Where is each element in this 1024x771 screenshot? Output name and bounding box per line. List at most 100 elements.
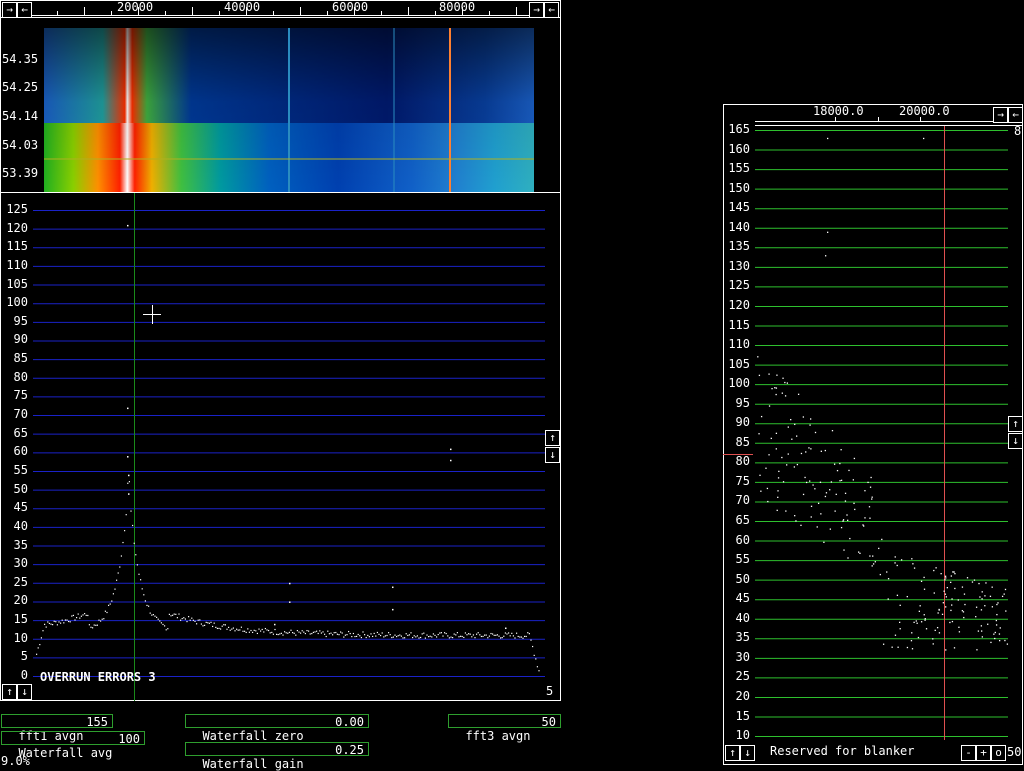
zoom-left-button[interactable]: ←	[544, 2, 559, 18]
waterfall-display[interactable]	[44, 28, 534, 192]
blanker-offset-down-button[interactable]: ↓	[740, 745, 755, 761]
zoom-right-button[interactable]: →	[529, 2, 544, 18]
spectrum-scale-up-button[interactable]: ↑	[545, 430, 560, 446]
blanker-point	[816, 526, 818, 528]
blanker-point	[869, 517, 871, 519]
blanker-point	[996, 603, 998, 606]
spectrum-graph[interactable]	[0, 193, 562, 701]
spectrum-point	[53, 620, 55, 622]
blanker-point	[842, 520, 844, 522]
spectrum-point	[532, 645, 534, 648]
blanker-point	[853, 502, 855, 505]
spectrum-point	[85, 614, 87, 617]
spectrum-point	[45, 626, 47, 628]
spectrum-point	[404, 637, 406, 639]
blanker-point	[809, 418, 812, 420]
spectrum-point	[127, 224, 129, 227]
spectrum-point	[77, 613, 79, 615]
blanker-point	[980, 625, 983, 627]
blanker-point	[802, 416, 805, 418]
spectrum-corner-value: 5	[546, 684, 554, 698]
blanker-point	[776, 374, 778, 376]
blanker-point	[950, 581, 952, 584]
spectrum-point	[312, 631, 314, 633]
blanker-point	[924, 618, 926, 620]
blanker-minus-button[interactable]: -	[961, 745, 976, 761]
blanker-point	[840, 449, 842, 451]
spectrum-point	[343, 636, 345, 638]
spectrum-point	[388, 632, 390, 634]
spectrum-point	[511, 632, 513, 634]
blanker-point	[945, 649, 947, 651]
spectrum-point	[412, 636, 414, 639]
blanker-o-button[interactable]: o	[991, 745, 1006, 761]
spectrum-point	[447, 635, 449, 637]
blanker-point	[951, 604, 953, 606]
spectrum-point	[484, 634, 486, 636]
spectrum-point	[228, 626, 230, 628]
freq-label: 20000	[117, 0, 154, 14]
blanker-point	[1004, 639, 1006, 642]
spectrum-point	[384, 635, 386, 637]
blanker-point	[990, 641, 992, 644]
fft1-avgn-param[interactable]: fft1 avgn 155	[1, 714, 113, 743]
waterfall-zero-param[interactable]: Waterfall zero 0.00	[185, 714, 369, 743]
blanker-point	[768, 373, 770, 375]
blanker-point	[957, 599, 959, 601]
spectrum-point	[274, 623, 276, 626]
waterfall-time-label: 54.25	[2, 80, 39, 94]
spectrum-point	[100, 620, 102, 622]
blanker-graph[interactable]	[723, 104, 1024, 766]
spectrum-point	[172, 614, 174, 616]
blanker-point	[989, 595, 992, 597]
spectrum-offset-up-button[interactable]: ↑	[2, 684, 17, 700]
blanker-point	[953, 571, 955, 573]
spectrum-point	[48, 622, 50, 625]
waterfall-avg-param[interactable]: Waterfall avg 100	[1, 731, 145, 760]
spectrum-point	[93, 624, 95, 626]
spectrum-point	[504, 632, 506, 634]
blanker-offset-up-button[interactable]: ↑	[725, 745, 740, 761]
spectrum-point	[527, 632, 529, 634]
spectrum-point	[90, 626, 92, 628]
blanker-point	[997, 602, 999, 604]
spectrum-point	[208, 622, 210, 624]
blanker-point	[923, 576, 925, 579]
spectrum-point	[301, 630, 303, 632]
spectrum-point	[124, 530, 126, 532]
blanker-point	[786, 464, 788, 466]
blanker-point	[944, 575, 947, 577]
blanker-point	[976, 649, 978, 651]
blanker-plus-button[interactable]: +	[976, 745, 991, 761]
scroll-right-button[interactable]: →	[2, 2, 17, 18]
spectrum-point	[63, 622, 65, 624]
spectrum-point	[79, 617, 81, 619]
scroll-left-button[interactable]: ←	[17, 2, 32, 18]
spectrum-point	[74, 619, 76, 621]
spectrum-scale-down-button[interactable]: ↓	[545, 447, 560, 463]
spectrum-point	[466, 634, 468, 636]
spectrum-point	[359, 635, 361, 637]
waterfall-time-label: 53.39	[2, 166, 39, 180]
waterfall-gain-param[interactable]: Waterfall gain 0.25	[185, 742, 369, 771]
spectrum-point	[304, 632, 306, 635]
spectrum-point	[61, 619, 63, 621]
blanker-point	[797, 393, 800, 395]
spectrum-point	[72, 614, 74, 617]
spectrum-point	[98, 619, 100, 621]
spectrum-point	[453, 633, 455, 635]
spectrum-point	[335, 631, 337, 634]
spectrum-point	[282, 634, 284, 636]
spectrum-point	[471, 636, 473, 638]
fft3-avgn-value: 50	[541, 715, 556, 729]
fft3-avgn-param[interactable]: fft3 avgn 50	[448, 714, 561, 743]
blanker-point	[1005, 610, 1007, 612]
blanker-point	[910, 640, 913, 642]
spectrum-offset-down-button[interactable]: ↓	[17, 684, 32, 700]
spectrum-point	[338, 634, 340, 636]
spectrum-point	[308, 630, 310, 632]
blanker-point	[775, 448, 777, 450]
spectrum-point	[400, 635, 402, 637]
spectrum-point	[111, 600, 113, 602]
spectrum-point	[421, 633, 423, 635]
